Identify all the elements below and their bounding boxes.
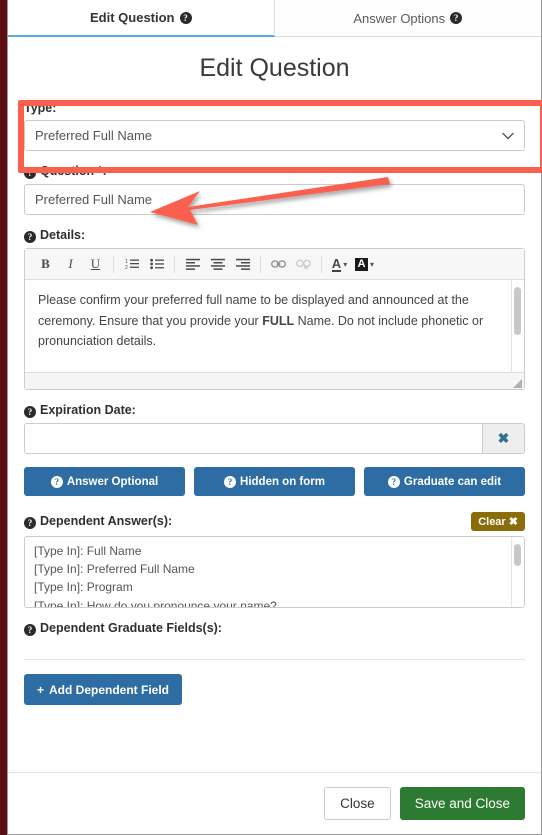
screenshot-root: Edit Question ? Answer Options ? Edit Qu… [0,0,542,835]
svg-text:2: 2 [125,265,128,270]
modal-footer: Close Save and Close [8,772,541,834]
editor-statusbar [25,372,524,389]
hidden-on-form-button[interactable]: ? Hidden on form [194,467,355,496]
type-select-wrap: Preferred Full Name [24,120,525,151]
dependent-answers-group: ? Dependent Answer(s): Clear ✖ [Type In]:… [24,512,525,608]
editor-toolbar: B I U 12 A ▾ A ▾ [25,249,524,280]
dependent-graduate-fields-label: ? Dependent Graduate Fields(s): [24,621,525,636]
tab-edit-question-label: Edit Question [90,10,175,25]
dependent-graduate-fields-group: ? Dependent Graduate Fields(s): + Add Dep… [24,621,525,705]
edit-question-modal: Edit Question ? Answer Options ? Edit Qu… [7,0,542,835]
question-option-buttons: ? Answer Optional ? Hidden on form ? Gra… [24,467,525,496]
help-icon[interactable]: ? [24,406,36,418]
type-select-value: Preferred Full Name [35,128,153,143]
add-dependent-field-button[interactable]: + Add Dependent Field [24,674,183,705]
expiration-date-label: ? Expiration Date: [24,403,525,418]
type-field-group: Type: Preferred Full Name [24,101,525,151]
plus-icon: + [37,682,45,697]
list-item[interactable]: [Type In]: Full Name [34,542,524,560]
help-icon[interactable]: ? [24,231,36,243]
graduate-can-edit-button[interactable]: ? Graduate can edit [364,467,525,496]
list-item[interactable]: [Type In]: Preferred Full Name [34,560,524,578]
details-label-text: Details: [40,228,86,242]
question-field-group: ? Question *: Preferred Full Name [24,164,525,215]
type-label: Type: [24,101,57,115]
tab-answer-options-label: Answer Options [353,10,446,26]
help-icon: ? [387,475,400,488]
toolbar-divider [113,255,114,273]
toolbar-divider [260,255,261,273]
expiration-date-input[interactable] [24,423,483,454]
question-label: ? Question *: [24,164,525,179]
save-and-close-button[interactable]: Save and Close [399,787,525,820]
help-icon[interactable]: ? [24,517,36,529]
modal-tabbar: Edit Question ? Answer Options ? [8,0,541,37]
help-icon[interactable]: ? [24,624,36,636]
clear-date-button[interactable]: ✖ [482,423,525,454]
help-icon[interactable]: ? [24,167,36,179]
resize-handle-icon[interactable] [513,379,522,388]
help-icon: ? [224,475,237,488]
add-dependent-field-label: Add Dependent Field [49,682,170,697]
align-left-icon[interactable] [180,252,205,277]
list-scrollbar-track[interactable] [511,537,524,607]
link-icon[interactable] [266,252,291,277]
help-icon[interactable]: ? [450,12,463,24]
close-x-icon: ✖ [497,430,510,446]
bold-icon[interactable]: B [33,252,58,277]
expiration-date-label-text: Expiration Date: [40,403,136,417]
answer-optional-label: Answer Optional [66,475,159,488]
italic-icon[interactable]: I [58,252,83,277]
dependent-answers-header: ? Dependent Answer(s): Clear ✖ [24,512,525,531]
details-text-bold: FULL [262,313,295,328]
details-editor-content[interactable]: Please confirm your preferred full name … [25,280,524,372]
toolbar-divider [174,255,175,273]
help-icon[interactable]: ? [179,11,192,24]
question-input-value: Preferred Full Name [35,192,153,207]
type-select[interactable]: Preferred Full Name [24,120,525,151]
answer-optional-button[interactable]: ? Answer Optional [24,467,185,496]
close-button[interactable]: Close [324,787,391,820]
tab-answer-options[interactable]: Answer Options ? [274,0,541,37]
dependent-answers-list[interactable]: [Type In]: Full Name [Type In]: Preferre… [24,536,525,608]
question-label-text: Question *: [40,164,107,178]
clear-dependent-answers-button[interactable]: Clear ✖ [471,512,525,531]
unordered-list-icon[interactable] [144,252,169,277]
ordered-list-icon[interactable]: 12 [119,252,144,277]
editor-scrollbar-track[interactable] [511,280,524,372]
hidden-on-form-label: Hidden on form [240,475,325,488]
editor-scrollbar-thumb[interactable] [514,287,521,335]
help-icon: ? [50,475,63,488]
background-color-icon[interactable]: A ▾ [352,252,377,277]
align-right-icon[interactable] [230,252,255,277]
close-x-icon: ✖ [508,516,518,528]
graduate-can-edit-label: Graduate can edit [403,475,502,488]
dependent-answers-label: ? Dependent Answer(s): [24,514,172,529]
text-color-icon[interactable]: A ▾ [327,252,352,277]
tab-edit-question[interactable]: Edit Question ? [8,0,275,37]
details-label: ? Details: [24,228,525,243]
align-center-icon[interactable] [205,252,230,277]
dependent-graduate-fields-label-text: Dependent Graduate Fields(s): [40,621,222,635]
list-scrollbar-thumb[interactable] [514,544,521,566]
dependent-answers-label-text: Dependent Answer(s): [40,514,173,528]
details-field-group: ? Details: B I U 12 A ▾ A ▾ Please confi… [24,228,525,390]
details-editor: B I U 12 A ▾ A ▾ Please confirm your pre… [24,248,525,390]
list-item[interactable]: [Type In]: Program [34,578,524,596]
question-input[interactable]: Preferred Full Name [24,184,525,215]
expiration-date-group: ? Expiration Date: ✖ [24,403,525,454]
modal-body: Edit Question Type: Preferred Full Name … [8,37,541,772]
page-title: Edit Question [199,54,350,82]
list-item[interactable]: [Type In]: How do you pronounce your nam… [34,597,524,607]
expiration-date-input-group: ✖ [24,423,525,454]
section-divider [24,659,525,660]
toolbar-divider [321,255,322,273]
underline-icon[interactable]: U [83,252,108,277]
unlink-icon [291,252,316,277]
clear-label: Clear [478,516,506,528]
